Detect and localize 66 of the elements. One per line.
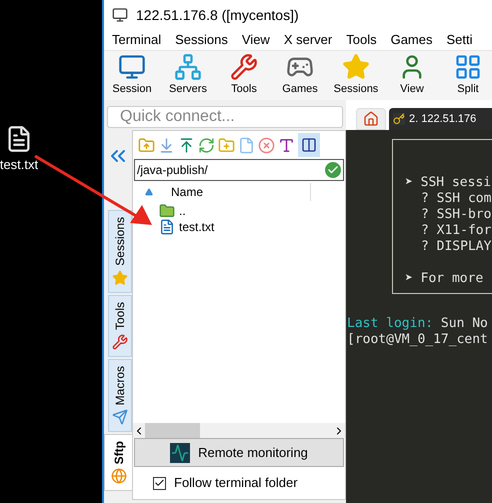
folder-icon [159, 203, 175, 219]
app-icon [112, 7, 128, 23]
toolbar-button[interactable]: Split [440, 53, 492, 98]
menu-item[interactable]: Setti [446, 30, 473, 50]
horizontal-scrollbar[interactable] [133, 423, 345, 438]
toolbar-button[interactable]: Games [272, 53, 328, 98]
banner-line: ? DISPLAY [420, 239, 492, 255]
star-icon [112, 270, 128, 286]
banner-line: ? SSH com [420, 191, 492, 207]
key-icon [393, 113, 405, 125]
remote-monitoring-button[interactable]: Remote monitoring [134, 438, 344, 467]
menu-item[interactable]: Sessions [175, 30, 228, 50]
wrench-icon [112, 334, 128, 350]
login-label: Last login: [347, 316, 434, 331]
banner-line: ➤ SSH sessi [405, 175, 492, 191]
menu-item[interactable]: View [242, 30, 270, 50]
sort-icon[interactable] [145, 188, 153, 196]
paper-plane-icon [112, 409, 128, 426]
toolbar-button[interactable]: View [384, 53, 440, 98]
columns-icon [301, 137, 317, 153]
column-header[interactable]: Name [171, 182, 311, 200]
side-tab[interactable]: Sessions [108, 210, 132, 293]
menu-item[interactable]: Terminal [112, 30, 162, 50]
shell-prompt: [root@VM_0_17_cent [347, 332, 489, 348]
grid-icon [454, 53, 482, 82]
home-icon [363, 111, 379, 127]
new-folder-icon[interactable] [218, 136, 235, 154]
folder-up-icon[interactable] [138, 136, 155, 154]
star-icon [342, 53, 370, 82]
confirm-icon[interactable] [325, 162, 341, 178]
side-tab[interactable]: Macros [108, 358, 132, 432]
upload-icon[interactable] [178, 136, 195, 154]
checkbox[interactable] [153, 476, 166, 490]
login-date: Sun No [440, 316, 488, 331]
banner-line: ? X11-for [420, 223, 492, 239]
network-icon [174, 53, 202, 82]
download-icon[interactable] [158, 136, 175, 154]
monitor-graph-icon [170, 442, 190, 462]
side-tab[interactable]: Tools [108, 294, 132, 357]
menu-item[interactable]: Tools [346, 30, 377, 50]
menu-item[interactable]: X server [284, 30, 332, 50]
toolbar-button[interactable]: Tools [216, 53, 272, 98]
banner-line: ? SSH-bro [420, 207, 492, 223]
toolbar-button[interactable]: Session [104, 53, 160, 98]
side-tab[interactable]: Sftp [104, 434, 132, 492]
session-tab[interactable]: 2. 122.51.176 [389, 108, 492, 130]
desktop-file-label[interactable]: test.txt [0, 155, 38, 174]
globe-icon [110, 468, 126, 484]
path-field[interactable]: /java-publish/ [134, 159, 344, 181]
checkbox-label[interactable]: Follow terminal folder [174, 473, 298, 493]
letter-icon[interactable] [278, 136, 295, 154]
text-file-icon [159, 219, 175, 235]
toolbar-button[interactable]: Sessions [328, 53, 384, 98]
refresh-icon[interactable] [198, 136, 215, 154]
window-title: 122.51.176.8 ([mycentos]) [136, 6, 299, 25]
new-file-icon[interactable] [238, 136, 255, 154]
file-row[interactable]: .. [159, 203, 186, 219]
wrench-icon [230, 53, 258, 82]
columns-toggle[interactable] [298, 133, 320, 157]
menu-item[interactable]: Games [390, 30, 432, 50]
monitor-icon [118, 53, 146, 82]
toolbar-button[interactable]: Servers [160, 53, 216, 98]
quick-connect-field[interactable]: Quick connect... [107, 106, 343, 128]
file-row[interactable]: test.txt [159, 219, 214, 235]
home-tab[interactable] [356, 108, 386, 130]
banner-line: ➤ For more [405, 271, 484, 287]
